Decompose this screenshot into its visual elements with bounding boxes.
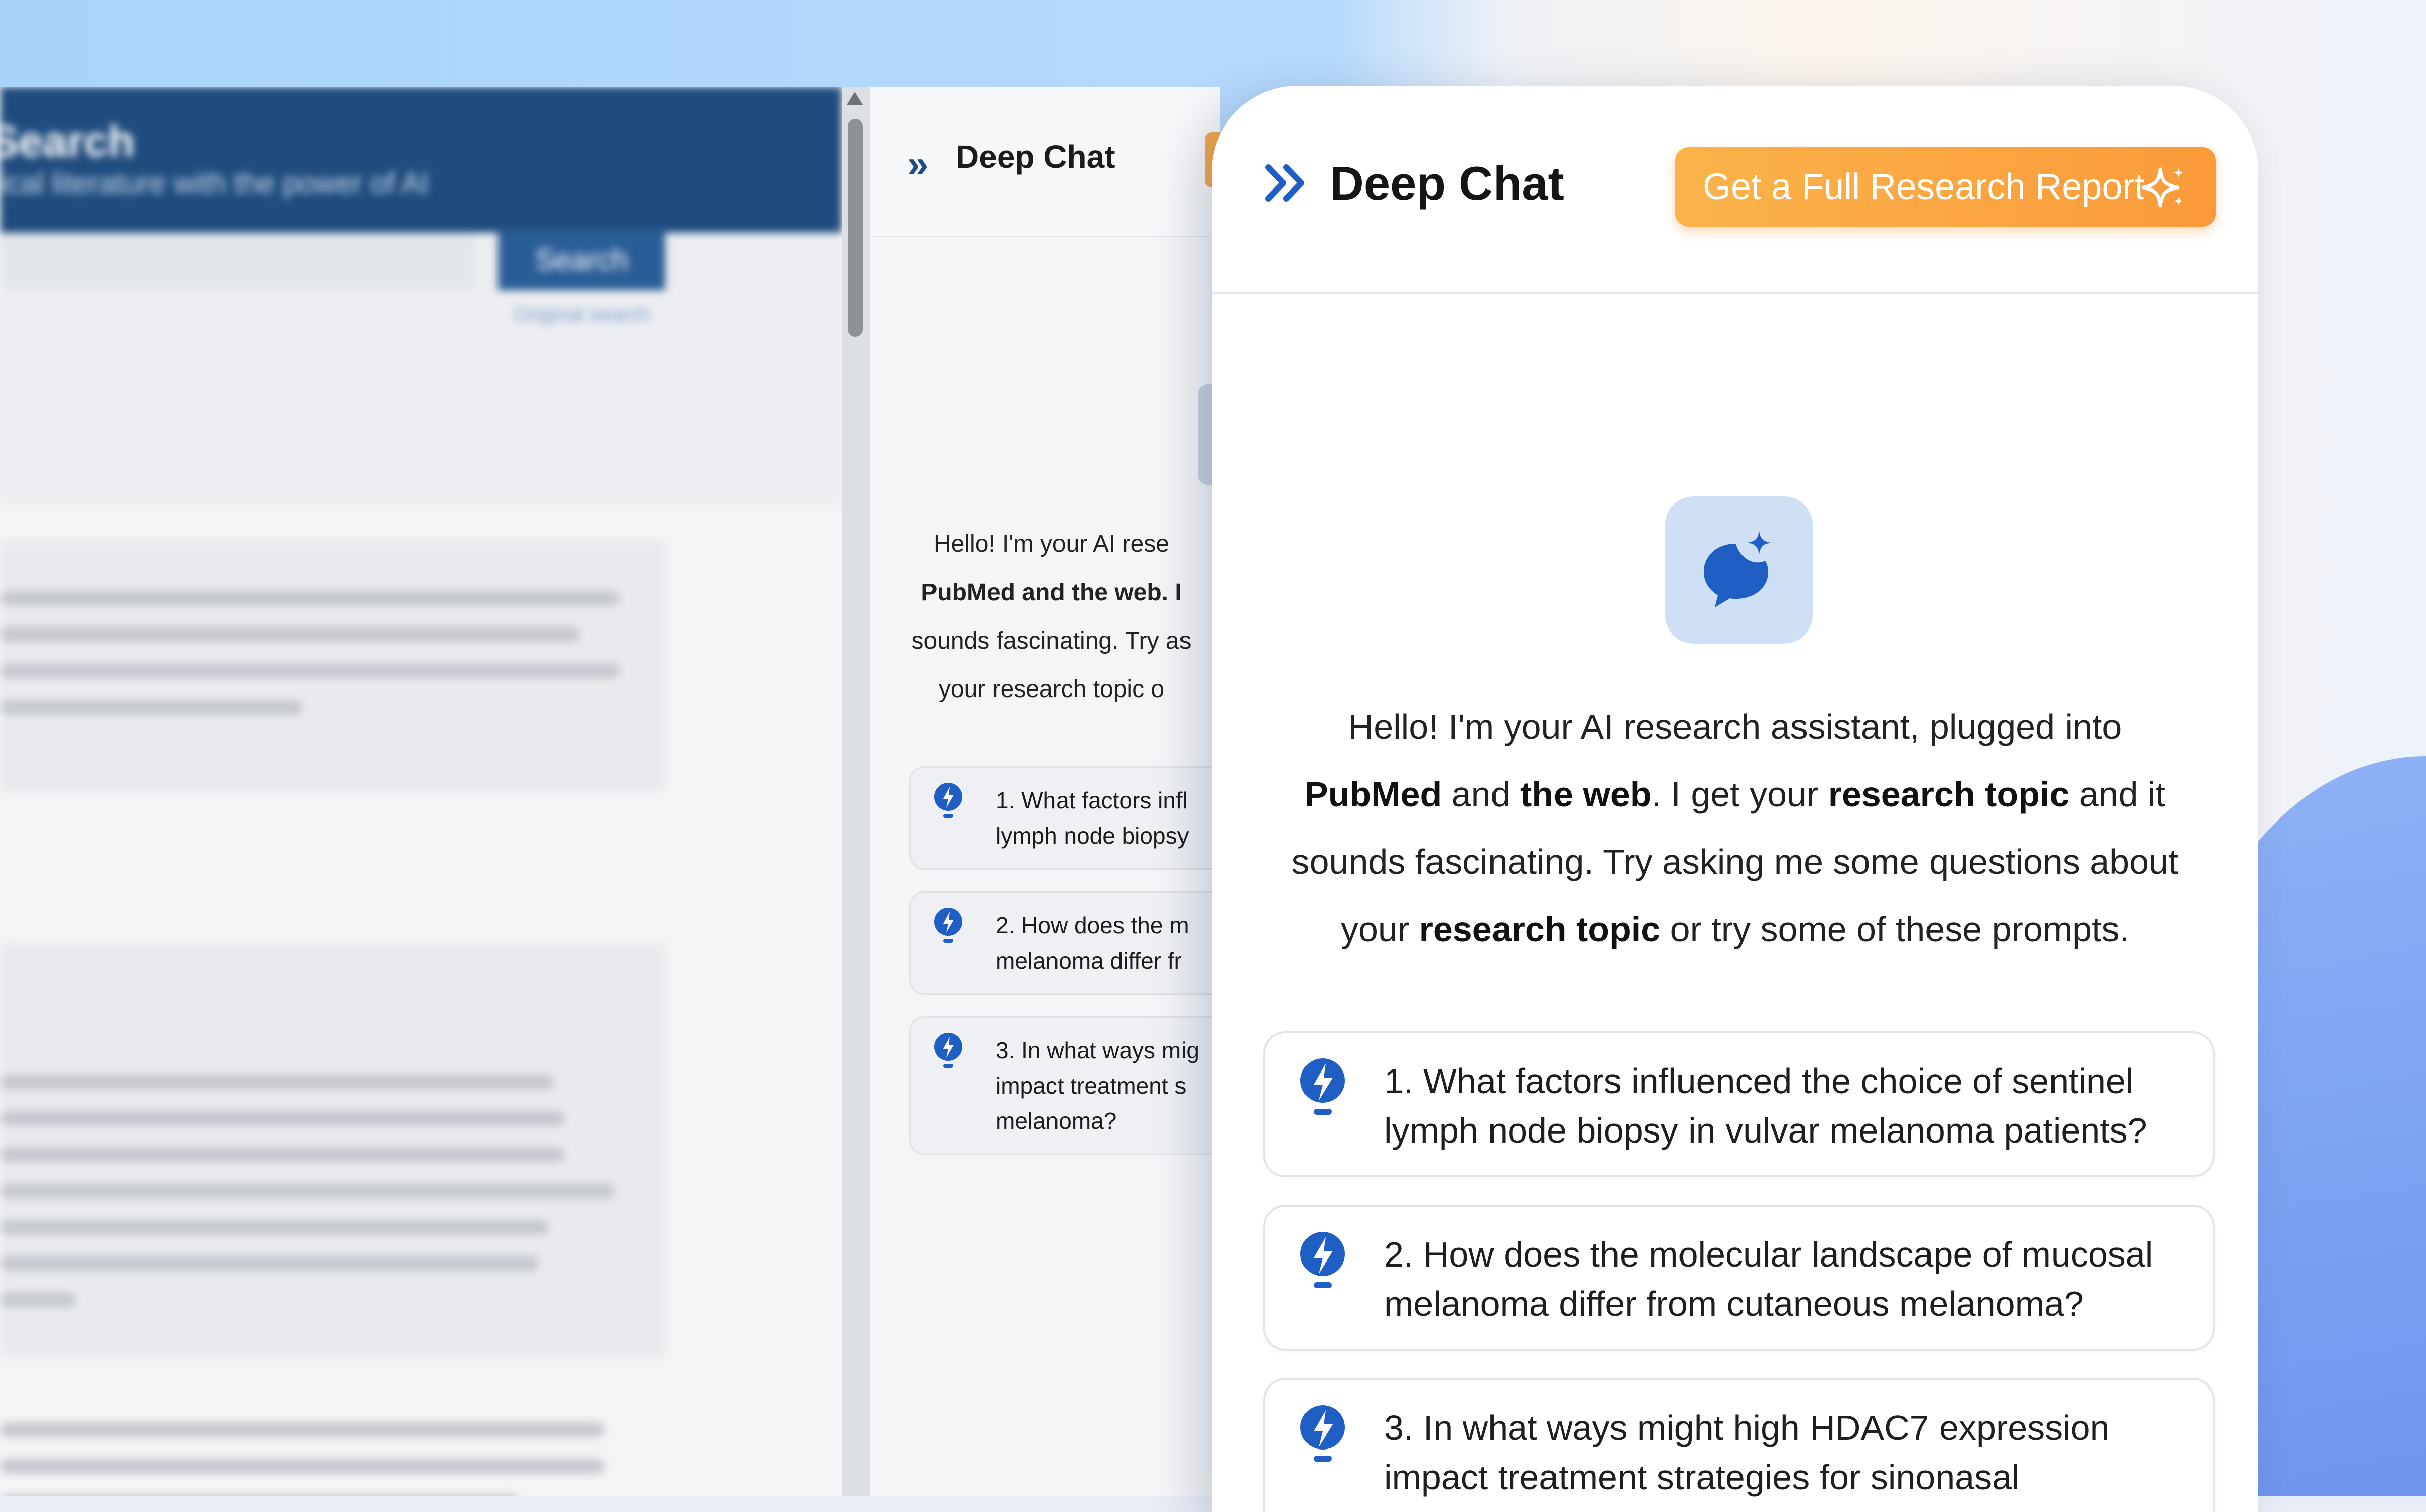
text-line bbox=[0, 1220, 549, 1235]
greeting-text: your bbox=[1341, 910, 1419, 949]
lightbulb-bolt-icon bbox=[934, 783, 962, 818]
underlying-greeting: Hello! I'm your AI rese PubMed and the w… bbox=[870, 520, 1220, 714]
suggested-prompt-3[interactable]: 3. In what ways might high HDAC7 express… bbox=[1263, 1378, 2215, 1512]
prompt-line: impact treatment strategies for sinonasa… bbox=[1384, 1458, 2020, 1497]
prompt-line: lymph node biopsy bbox=[996, 823, 1189, 849]
prompt-line: impact treatment s bbox=[996, 1073, 1187, 1099]
underlying-chat-header: » Deep Chat bbox=[870, 87, 1220, 237]
text-line bbox=[0, 591, 620, 606]
prompt-line: melanoma differ from cutaneous melanoma? bbox=[1384, 1284, 2084, 1324]
text-line bbox=[0, 1147, 565, 1162]
scrollbar-thumb[interactable] bbox=[848, 119, 863, 337]
prompt-line: 2. How does the molecular landscape of m… bbox=[1384, 1235, 2153, 1274]
greeting-text: and bbox=[1442, 775, 1520, 814]
sparkle-icon bbox=[2141, 167, 2184, 208]
search-page-subtitle: ical literature with the power of AI bbox=[0, 167, 429, 200]
greeting-text: Hello! I'm your AI research assistant, p… bbox=[1348, 707, 2122, 746]
greeting-line-2: PubMed and the web. I get your research … bbox=[1212, 761, 2258, 828]
report-button-label: Get a Full Research Report bbox=[1703, 167, 2145, 207]
underlying-chat-title: Deep Chat bbox=[956, 139, 1115, 175]
underlying-prompt[interactable]: 1. What factors infl lymph node biopsy bbox=[909, 766, 1220, 870]
prompt-text: 2. How does the molecular landscape of m… bbox=[1384, 1230, 2153, 1329]
double-chevron-icon[interactable] bbox=[1264, 160, 1310, 206]
prompt-line: 2. How does the m bbox=[996, 912, 1189, 938]
full-research-report-button[interactable]: Get a Full Research Report bbox=[1675, 147, 2216, 227]
chat-header: Deep Chat Get a Full Research Report bbox=[1212, 86, 2258, 294]
greeting-line-1: Hello! I'm your AI research assistant, p… bbox=[1212, 693, 2258, 761]
chat-sparkle-icon bbox=[1704, 531, 1771, 607]
greeting-text: sounds fascinating. Try asking me some q… bbox=[1291, 842, 2179, 881]
greeting-line: Hello! I'm your AI rese bbox=[934, 531, 1169, 557]
underlying-prompt-text: 2. How does the m melanoma differ fr bbox=[996, 908, 1189, 978]
greeting-bold: research topic bbox=[1828, 775, 2070, 814]
text-line bbox=[0, 1459, 605, 1474]
chat-title: Deep Chat bbox=[1330, 157, 1564, 210]
greeting-bold: research topic bbox=[1419, 910, 1661, 949]
deep-chat-panel: Deep Chat Get a Full Research Report Hel… bbox=[1212, 86, 2258, 1512]
prompt-line: 1. What factors influenced the choice of… bbox=[1384, 1061, 2134, 1101]
prompt-line: melanoma? bbox=[996, 1108, 1117, 1134]
assistant-greeting: Hello! I'm your AI research assistant, p… bbox=[1212, 693, 2258, 963]
prompt-line: 1. What factors infl bbox=[996, 787, 1188, 813]
text-line bbox=[0, 1292, 76, 1307]
text-line bbox=[0, 1422, 605, 1437]
text-line bbox=[0, 1111, 565, 1126]
underlying-prompt-text: 1. What factors infl lymph node biopsy bbox=[996, 783, 1189, 853]
prompt-text: 3. In what ways might high HDAC7 express… bbox=[1384, 1403, 2110, 1502]
search-button[interactable]: Search bbox=[498, 230, 665, 290]
suggested-prompt-2[interactable]: 2. How does the molecular landscape of m… bbox=[1263, 1205, 2215, 1351]
ai-assistant-icon bbox=[1665, 496, 1813, 644]
scroll-up-arrow-icon[interactable] bbox=[847, 92, 863, 105]
original-search-link[interactable]: Original search bbox=[514, 303, 650, 326]
background-search-page: Search ical literature with the power of… bbox=[0, 87, 842, 1496]
prompt-line: melanoma differ fr bbox=[996, 948, 1182, 974]
lightbulb-bolt-icon bbox=[1300, 1232, 1345, 1288]
search-page-header: Search ical literature with the power of… bbox=[0, 87, 842, 233]
greeting-line-3: sounds fascinating. Try asking me some q… bbox=[1212, 828, 2258, 896]
lightbulb-bolt-icon bbox=[1300, 1058, 1345, 1115]
greeting-line-4: your research topic or try some of these… bbox=[1212, 896, 2258, 963]
greeting-text: and it bbox=[2069, 775, 2165, 814]
lightbulb-bolt-icon bbox=[934, 908, 962, 943]
prompt-text: 1. What factors influenced the choice of… bbox=[1384, 1056, 2147, 1155]
greeting-bold: PubMed bbox=[1304, 775, 1442, 814]
text-line bbox=[0, 663, 620, 678]
double-chevron-icon[interactable]: » bbox=[907, 142, 928, 186]
text-line bbox=[0, 1183, 615, 1199]
greeting-text: . I get your bbox=[1651, 775, 1828, 814]
prompt-line: 3. In what ways mig bbox=[996, 1037, 1199, 1063]
greeting-line: sounds fascinating. Try as bbox=[911, 627, 1192, 654]
underlying-prompt-text: 3. In what ways mig impact treatment s m… bbox=[996, 1033, 1199, 1139]
text-line bbox=[0, 700, 302, 715]
greeting-line: PubMed and the web. I bbox=[921, 579, 1182, 606]
greeting-line: your research topic o bbox=[938, 676, 1165, 703]
search-page-title: Search bbox=[0, 117, 135, 166]
greeting-bold: the web bbox=[1520, 775, 1652, 814]
prompt-line: 3. In what ways might high HDAC7 express… bbox=[1384, 1408, 2110, 1447]
lightbulb-bolt-icon bbox=[934, 1033, 962, 1068]
greeting-text: or try some of these prompts. bbox=[1660, 910, 2129, 949]
text-line bbox=[0, 1075, 554, 1090]
underlying-prompt[interactable]: 3. In what ways mig impact treatment s m… bbox=[909, 1016, 1220, 1155]
lightbulb-bolt-icon bbox=[1300, 1405, 1345, 1462]
underlying-prompt[interactable]: 2. How does the m melanoma differ fr bbox=[909, 891, 1220, 995]
prompt-line: lymph node biopsy in vulvar melanoma pat… bbox=[1384, 1111, 2147, 1150]
underlying-chat-panel: » Deep Chat Hello! I'm your AI rese PubM… bbox=[870, 87, 1220, 1496]
search-input[interactable] bbox=[0, 233, 474, 288]
text-line bbox=[0, 1256, 539, 1271]
text-line bbox=[0, 627, 580, 642]
suggested-prompt-1[interactable]: 1. What factors influenced the choice of… bbox=[1263, 1031, 2215, 1177]
